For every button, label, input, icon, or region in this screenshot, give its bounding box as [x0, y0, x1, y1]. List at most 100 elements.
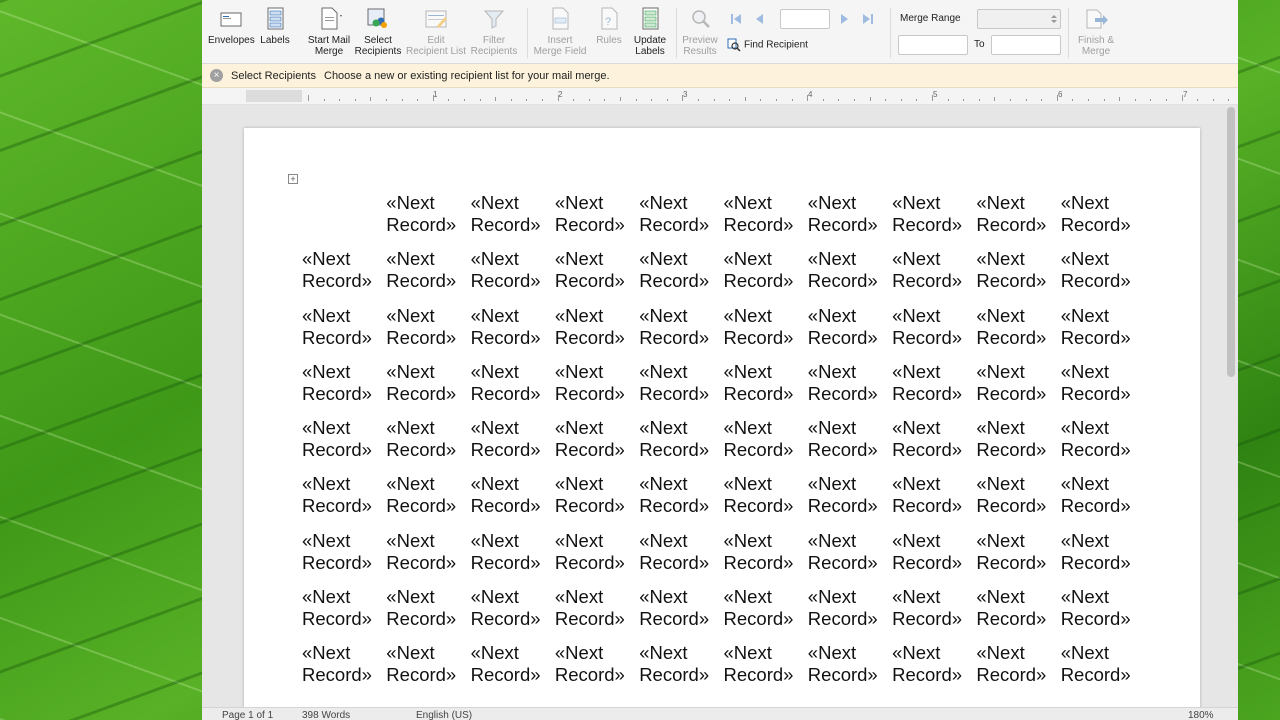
envelopes-button[interactable]: Envelopes — [208, 6, 255, 46]
vertical-scrollbar[interactable] — [1227, 107, 1235, 377]
next-record-field[interactable]: «Next Record» — [976, 473, 1060, 517]
merge-range-select[interactable] — [977, 9, 1061, 29]
rules-button[interactable]: ? Rules — [592, 6, 626, 46]
next-record-field[interactable]: «Next Record» — [302, 642, 386, 686]
previous-record-icon[interactable] — [750, 10, 770, 28]
word-count[interactable]: 398 Words — [302, 710, 350, 720]
range-to-input[interactable] — [991, 35, 1061, 55]
next-record-field[interactable]: «Next Record» — [724, 192, 808, 236]
language-indicator[interactable]: English (US) — [416, 710, 472, 720]
next-record-field[interactable]: «Next Record» — [639, 473, 723, 517]
next-record-field[interactable]: «Next Record» — [302, 473, 386, 517]
next-record-field[interactable]: «Next Record» — [724, 586, 808, 630]
next-record-field[interactable]: «Next Record» — [639, 361, 723, 405]
next-record-field[interactable]: «Next Record» — [1061, 530, 1145, 574]
first-record-icon[interactable] — [726, 10, 746, 28]
next-record-field[interactable]: «Next Record» — [302, 586, 386, 630]
next-record-field[interactable]: «Next Record» — [386, 473, 470, 517]
next-record-field[interactable]: «Next Record» — [639, 248, 723, 292]
next-record-field[interactable]: «Next Record» — [724, 248, 808, 292]
next-record-field[interactable]: «Next Record» — [471, 417, 555, 461]
next-record-field[interactable]: «Next Record» — [555, 417, 639, 461]
next-record-field[interactable]: «Next Record» — [386, 192, 470, 236]
next-record-field[interactable]: «Next Record» — [1061, 248, 1145, 292]
next-record-field[interactable]: «Next Record» — [724, 361, 808, 405]
next-record-field[interactable]: «Next Record» — [976, 192, 1060, 236]
range-from-input[interactable] — [898, 35, 968, 55]
edit-recipient-list-button[interactable]: Edit Recipient List — [405, 6, 467, 57]
document-page[interactable]: + «Next Record» «Next Record» «Next Record» «N… — [244, 128, 1200, 707]
next-record-field[interactable]: «Next Record» — [471, 192, 555, 236]
next-record-field[interactable]: «Next Record» — [724, 473, 808, 517]
next-record-field[interactable]: «Next Record» — [724, 530, 808, 574]
next-record-field[interactable]: «Next Record» — [555, 530, 639, 574]
next-record-field[interactable]: «Next Record» — [808, 361, 892, 405]
next-record-field[interactable]: «Next Record» — [892, 642, 976, 686]
record-number-input[interactable] — [780, 9, 830, 29]
next-record-field[interactable]: «Next Record» — [892, 305, 976, 349]
select-recipients-button[interactable]: Select Recipients — [354, 6, 402, 57]
insert-merge-field-button[interactable]: Insert Merge Field — [532, 6, 588, 57]
next-record-field[interactable]: «Next Record» — [302, 361, 386, 405]
next-record-field[interactable]: «Next Record» — [471, 586, 555, 630]
next-record-field[interactable]: «Next Record» — [808, 192, 892, 236]
next-record-field[interactable]: «Next Record» — [808, 305, 892, 349]
next-record-field[interactable]: «Next Record» — [1061, 361, 1145, 405]
next-record-field[interactable]: «Next Record» — [1061, 586, 1145, 630]
next-record-field[interactable]: «Next Record» — [471, 305, 555, 349]
next-record-field[interactable]: «Next Record» — [892, 248, 976, 292]
next-record-field[interactable]: «Next Record» — [976, 417, 1060, 461]
next-record-field[interactable]: «Next Record» — [471, 248, 555, 292]
next-record-field[interactable]: «Next Record» — [976, 305, 1060, 349]
next-record-field[interactable]: «Next Record» — [976, 530, 1060, 574]
horizontal-ruler[interactable]: 1 2 3 4 5 6 7 — [202, 88, 1238, 105]
next-record-field[interactable]: «Next Record» — [555, 248, 639, 292]
next-record-field[interactable]: «Next Record» — [471, 361, 555, 405]
next-record-field[interactable]: «Next Record» — [471, 473, 555, 517]
preview-results-button[interactable]: Preview Results — [680, 6, 720, 57]
next-record-field[interactable]: «Next Record» — [724, 642, 808, 686]
next-record-field[interactable]: «Next Record» — [386, 586, 470, 630]
next-record-field[interactable]: «Next Record» — [639, 305, 723, 349]
close-icon[interactable]: × — [210, 69, 223, 82]
update-labels-button[interactable]: Update Labels — [630, 6, 670, 57]
next-record-field[interactable]: «Next Record» — [808, 530, 892, 574]
next-record-field[interactable]: «Next Record» — [976, 642, 1060, 686]
next-record-field[interactable]: «Next Record» — [555, 192, 639, 236]
next-record-field[interactable]: «Next Record» — [976, 361, 1060, 405]
next-record-field[interactable]: «Next Record» — [555, 586, 639, 630]
zoom-level[interactable]: 180% — [1188, 710, 1214, 720]
next-record-field[interactable]: «Next Record» — [386, 642, 470, 686]
next-record-field[interactable]: «Next Record» — [808, 417, 892, 461]
next-record-field[interactable]: «Next Record» — [892, 192, 976, 236]
next-record-field[interactable]: «Next Record» — [892, 530, 976, 574]
finish-merge-button[interactable]: Finish & Merge — [1074, 6, 1118, 57]
next-record-field[interactable]: «Next Record» — [555, 361, 639, 405]
next-record-field[interactable]: «Next Record» — [1061, 473, 1145, 517]
filter-recipients-button[interactable]: Filter Recipients — [469, 6, 519, 57]
next-record-field[interactable]: «Next Record» — [302, 530, 386, 574]
next-record-field[interactable]: «Next Record» — [471, 530, 555, 574]
next-record-field[interactable]: «Next Record» — [471, 642, 555, 686]
next-record-field[interactable]: «Next Record» — [639, 586, 723, 630]
next-record-field[interactable]: «Next Record» — [1061, 642, 1145, 686]
next-record-field[interactable]: «Next Record» — [808, 473, 892, 517]
next-record-field[interactable]: «Next Record» — [302, 417, 386, 461]
next-record-icon[interactable] — [834, 10, 854, 28]
next-record-field[interactable]: «Next Record» — [1061, 417, 1145, 461]
next-record-field[interactable]: «Next Record» — [892, 361, 976, 405]
page-count[interactable]: Page 1 of 1 — [222, 710, 273, 720]
next-record-field[interactable]: «Next Record» — [724, 417, 808, 461]
next-record-field[interactable]: «Next Record» — [808, 248, 892, 292]
next-record-field[interactable]: «Next Record» — [976, 586, 1060, 630]
next-record-field[interactable]: «Next Record» — [386, 361, 470, 405]
next-record-field[interactable]: «Next Record» — [1061, 305, 1145, 349]
next-record-field[interactable]: «Next Record» — [555, 305, 639, 349]
next-record-field[interactable]: «Next Record» — [892, 473, 976, 517]
next-record-field[interactable]: «Next Record» — [639, 642, 723, 686]
next-record-field[interactable]: «Next Record» — [386, 248, 470, 292]
next-record-field[interactable]: «Next Record» — [639, 192, 723, 236]
next-record-field[interactable]: «Next Record» — [1061, 192, 1145, 236]
next-record-field[interactable]: «Next Record» — [555, 473, 639, 517]
next-record-field[interactable]: «Next Record» — [555, 642, 639, 686]
